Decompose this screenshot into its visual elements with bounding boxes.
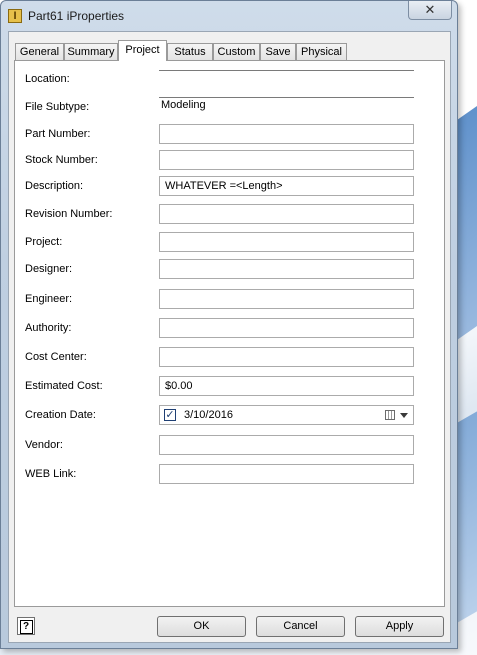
part-number-label: Part Number: [25, 128, 91, 140]
location-label: Location: [25, 73, 70, 85]
web-link-label: WEB Link: [25, 468, 77, 480]
window-title: Part61 iProperties [28, 9, 125, 23]
help-icon: ? [19, 620, 33, 634]
iproperties-dialog: I Part61 iProperties ✕ General Summary P… [0, 0, 458, 649]
cancel-button[interactable]: Cancel [256, 616, 345, 637]
dialog-client-area: General Summary Project Status Custom Sa… [8, 31, 451, 643]
project-label: Project: [25, 236, 63, 248]
designer-input[interactable] [159, 259, 414, 279]
revision-number-input[interactable] [159, 204, 414, 224]
web-link-input[interactable] [159, 464, 414, 484]
tab-summary[interactable]: Summary [64, 43, 118, 60]
location-combo[interactable] [159, 70, 414, 86]
creation-date-value: 3/10/2016 [184, 409, 233, 421]
stock-number-label: Stock Number: [25, 154, 98, 166]
cost-center-label: Cost Center: [25, 351, 87, 363]
close-button[interactable]: ✕ [408, 1, 452, 20]
tab-project[interactable]: Project [118, 40, 167, 61]
authority-label: Authority: [25, 322, 72, 334]
tab-save[interactable]: Save [260, 43, 296, 60]
inventor-app-icon: I [8, 9, 22, 23]
creation-date-picker[interactable]: ✓ 3/10/2016 [159, 405, 414, 425]
tab-status[interactable]: Status [167, 43, 213, 60]
stock-number-input[interactable] [159, 150, 414, 170]
ok-button[interactable]: OK [157, 616, 246, 637]
title-bar[interactable]: I Part61 iProperties ✕ [1, 1, 457, 29]
description-label: Description: [25, 180, 84, 192]
project-input[interactable] [159, 232, 414, 252]
file-subtype-label: File Subtype: [25, 101, 90, 113]
designer-label: Designer: [25, 263, 73, 275]
chevron-down-icon[interactable] [400, 413, 408, 418]
revision-number-label: Revision Number: [25, 208, 113, 220]
creation-date-checkbox[interactable]: ✓ [164, 409, 176, 421]
creation-date-label: Creation Date: [25, 409, 96, 421]
vendor-input[interactable] [159, 435, 414, 455]
description-input[interactable]: WHATEVER =<Length> [159, 176, 414, 196]
estimated-cost-label: Estimated Cost: [25, 380, 103, 392]
authority-input[interactable] [159, 318, 414, 338]
estimated-cost-input[interactable]: $0.00 [159, 376, 414, 396]
project-tab-panel: Location: File Subtype: Modeling Part Nu… [14, 60, 445, 607]
tab-custom[interactable]: Custom [213, 43, 260, 60]
part-number-input[interactable] [159, 124, 414, 144]
tab-physical[interactable]: Physical [296, 43, 347, 60]
file-subtype-combo[interactable]: Modeling [159, 97, 414, 113]
help-button[interactable]: ? [17, 617, 35, 635]
engineer-input[interactable] [159, 289, 414, 309]
cost-center-input[interactable] [159, 347, 414, 367]
vendor-label: Vendor: [25, 439, 63, 451]
engineer-label: Engineer: [25, 293, 73, 305]
calendar-icon[interactable] [385, 410, 395, 420]
tab-general[interactable]: General [15, 43, 64, 60]
apply-button[interactable]: Apply [355, 616, 444, 637]
